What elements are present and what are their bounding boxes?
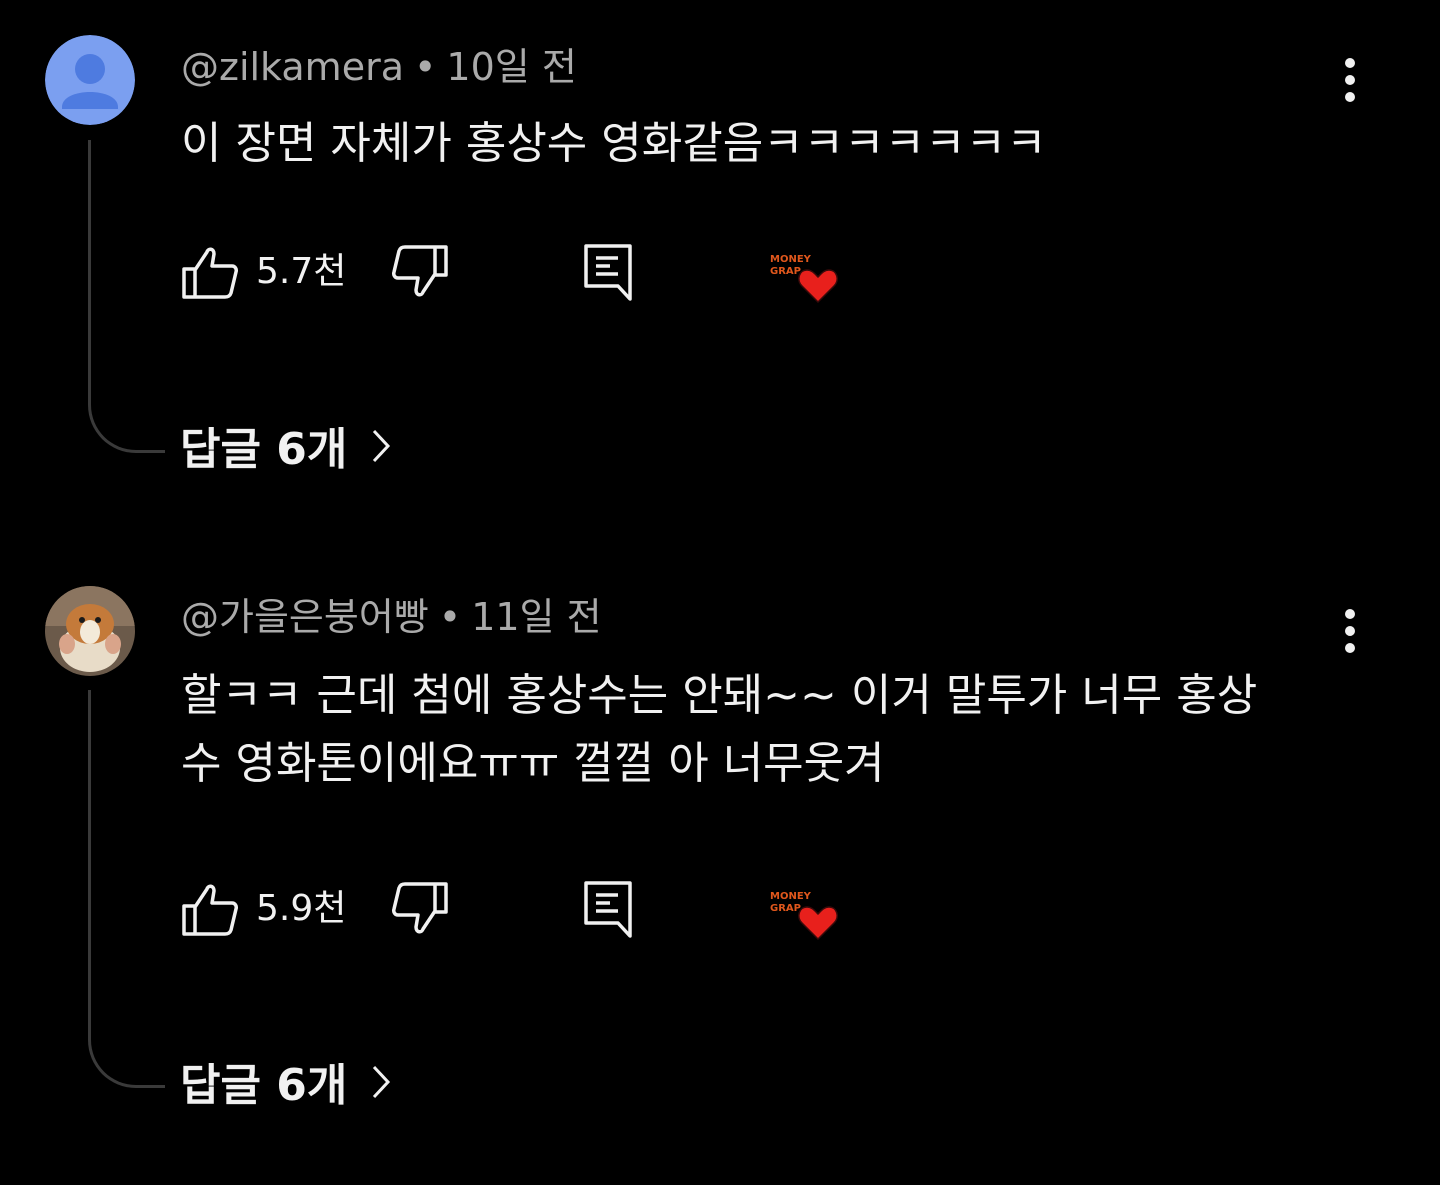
- replies-label: 답글 6개: [180, 1060, 348, 1111]
- comment-text: 할ㅋㅋ 근데 첨에 홍상수는 안돼~~ 이거 말투가 너무 홍상수 영화톤이에요…: [181, 670, 1258, 789]
- chevron-right-icon: [371, 1064, 391, 1108]
- avatar[interactable]: [45, 586, 135, 676]
- more-vertical-icon: [1345, 609, 1355, 653]
- comment-actions: 5.9천 MONEY GRAP: [180, 879, 880, 941]
- comment-meta: @가을은붕어빵 • 11일 전: [181, 598, 602, 636]
- svg-text:MONEY: MONEY: [770, 891, 812, 902]
- more-options-button[interactable]: [1322, 603, 1378, 659]
- view-replies-button[interactable]: 답글 6개: [180, 1064, 391, 1108]
- comment-reply-icon: [584, 881, 632, 938]
- dislike-button[interactable]: [390, 879, 450, 939]
- thumb-down-icon: [392, 882, 448, 934]
- guinea-pig-avatar-image: [45, 586, 135, 676]
- like-button[interactable]: [180, 879, 240, 939]
- creator-heart-icon: MONEY GRAP: [770, 891, 838, 941]
- reply-button[interactable]: [580, 879, 636, 939]
- comment-item: @가을은붕어빵 • 11일 전 할ㅋㅋ 근데 첨에 홍상수는 안돼~~ 이거 말투가…: [0, 0, 1440, 1185]
- thread-line: [88, 690, 165, 1088]
- comment-time: 11일 전: [471, 595, 602, 639]
- creator-heart-badge[interactable]: MONEY GRAP: [768, 887, 840, 943]
- thumb-up-icon: [182, 884, 238, 936]
- like-count: 5.9천: [256, 888, 347, 929]
- author-name[interactable]: @가을은붕어빵: [181, 595, 429, 639]
- svg-text:GRAP: GRAP: [770, 903, 801, 914]
- meta-separator: •: [438, 595, 462, 639]
